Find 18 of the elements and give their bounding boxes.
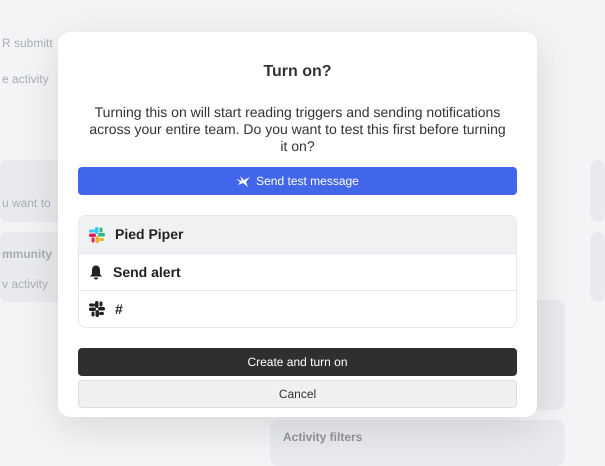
alert-item[interactable]: Send alert — [79, 253, 516, 290]
background-text: u want to — [2, 195, 51, 212]
channel-item[interactable]: # — [79, 290, 516, 327]
card-title: mmunity — [2, 246, 52, 263]
create-button[interactable]: Create and turn on — [78, 348, 517, 376]
slack-logo-icon — [89, 301, 105, 317]
background-text: e activity — [2, 71, 49, 88]
slack-logo-icon — [89, 226, 105, 242]
workspace-item[interactable]: Pied Piper — [79, 216, 516, 253]
background-text: R submitt — [2, 35, 53, 52]
bell-icon — [89, 264, 103, 280]
cancel-button[interactable]: Cancel — [78, 380, 517, 408]
panel-title: Activity filters — [283, 429, 362, 446]
send-icon — [236, 176, 250, 186]
background-text: v activity — [2, 276, 48, 293]
dialog-title: Turn on? — [262, 62, 333, 82]
dialog-message: Turning this on will start reading triggers and sending notifications across your entire team. Do you want to test this first before turning it on? — [88, 104, 507, 155]
send-test-button[interactable]: Send test message — [78, 167, 517, 195]
